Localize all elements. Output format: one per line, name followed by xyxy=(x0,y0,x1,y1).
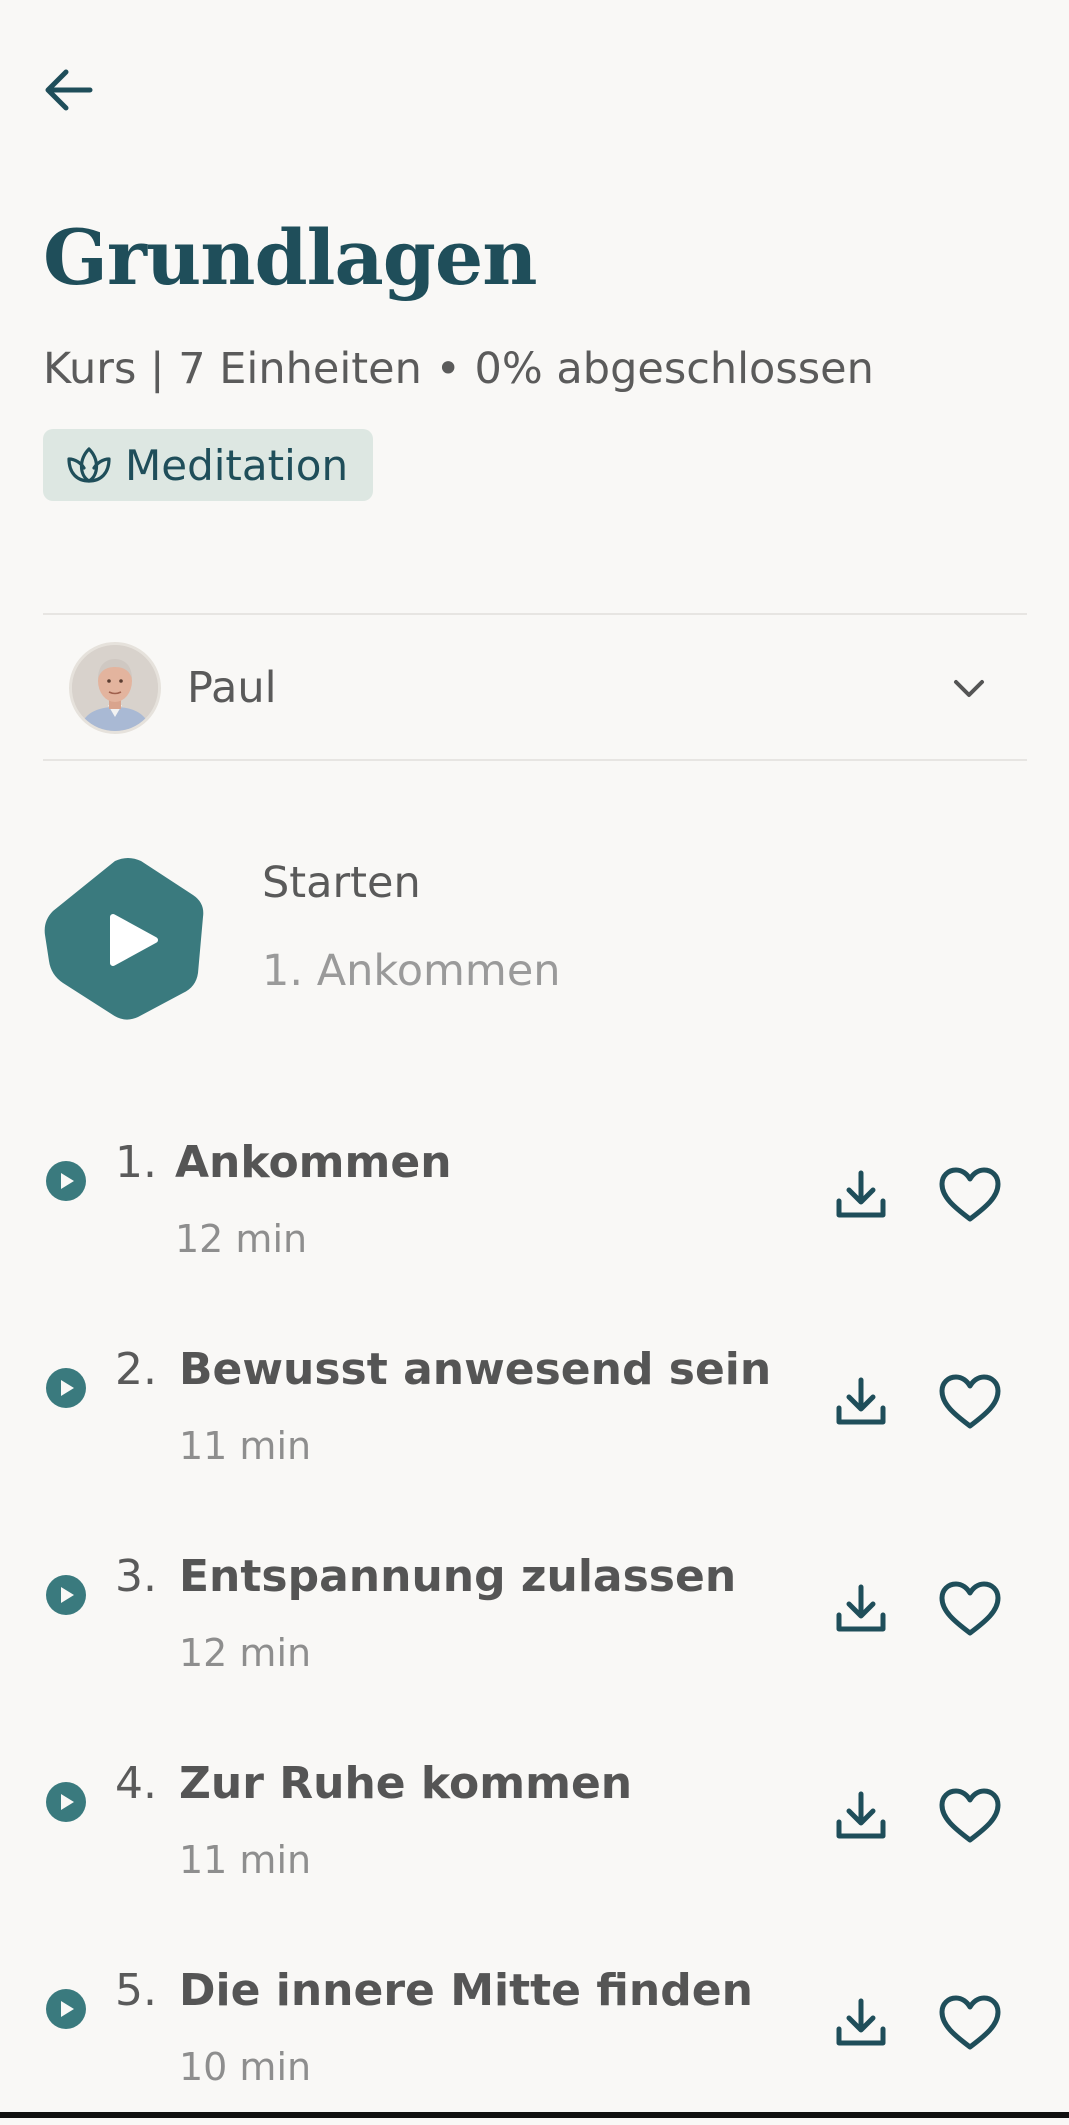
back-button[interactable] xyxy=(40,60,120,120)
session-number: 4. xyxy=(115,1758,157,1809)
session-row[interactable]: 1. Ankommen 12 min xyxy=(43,1137,1027,1297)
category-tag[interactable]: Meditation xyxy=(43,429,374,501)
play-icon xyxy=(44,858,204,1020)
session-row[interactable]: 4. Zur Ruhe kommen 11 min xyxy=(43,1758,1027,1918)
session-title: Bewusst anwesend sein xyxy=(179,1344,772,1395)
session-title: Zur Ruhe kommen xyxy=(179,1758,633,1809)
session-number: 1. xyxy=(115,1137,157,1188)
download-icon[interactable] xyxy=(833,1788,889,1844)
download-icon[interactable] xyxy=(833,1374,889,1430)
session-number: 5. xyxy=(115,1965,157,2016)
session-row[interactable]: 3. Entspannung zulassen 12 min xyxy=(43,1551,1027,1711)
download-icon[interactable] xyxy=(833,1167,889,1223)
heart-icon[interactable] xyxy=(938,1374,1002,1430)
play-circle-icon[interactable] xyxy=(46,1161,86,1201)
session-duration: 10 min xyxy=(179,2045,312,2089)
session-duration: 12 min xyxy=(175,1217,308,1261)
session-row[interactable]: 2. Bewusst anwesend sein 11 min xyxy=(43,1344,1027,1504)
heart-icon[interactable] xyxy=(938,1995,1002,2051)
divider xyxy=(43,759,1027,761)
page-title: Grundlagen xyxy=(43,213,537,302)
narrator-name: Paul xyxy=(187,662,277,713)
narrator-selector[interactable]: Paul xyxy=(43,615,1027,760)
session-row[interactable]: 5. Die innere Mitte finden 10 min xyxy=(43,1965,1027,2125)
lotus-icon xyxy=(67,447,111,483)
play-circle-icon[interactable] xyxy=(46,1575,86,1615)
tag-label: Meditation xyxy=(125,440,349,490)
arrow-left-icon xyxy=(45,69,93,111)
play-circle-icon[interactable] xyxy=(46,1368,86,1408)
session-duration: 11 min xyxy=(179,1424,312,1468)
start-next-session: 1. Ankommen xyxy=(262,946,561,996)
play-circle-icon[interactable] xyxy=(46,1782,86,1822)
heart-icon[interactable] xyxy=(938,1581,1002,1637)
session-title: Entspannung zulassen xyxy=(179,1551,737,1602)
heart-icon[interactable] xyxy=(938,1788,1002,1844)
start-label: Starten xyxy=(262,858,421,908)
play-circle-icon[interactable] xyxy=(46,1989,86,2029)
download-icon[interactable] xyxy=(833,1581,889,1637)
session-title: Die innere Mitte finden xyxy=(179,1965,753,2016)
heart-icon[interactable] xyxy=(938,1167,1002,1223)
session-duration: 11 min xyxy=(179,1838,312,1882)
avatar xyxy=(69,641,161,734)
chevron-down-icon xyxy=(954,679,984,697)
session-title: Ankommen xyxy=(175,1137,452,1188)
session-number: 2. xyxy=(115,1344,157,1395)
start-button[interactable] xyxy=(43,855,213,1025)
session-number: 3. xyxy=(115,1551,157,1602)
download-icon[interactable] xyxy=(833,1995,889,2051)
system-nav-bar xyxy=(0,2112,1069,2118)
session-duration: 12 min xyxy=(179,1631,312,1675)
course-subtitle: Kurs | 7 Einheiten • 0% abgeschlossen xyxy=(43,344,874,394)
